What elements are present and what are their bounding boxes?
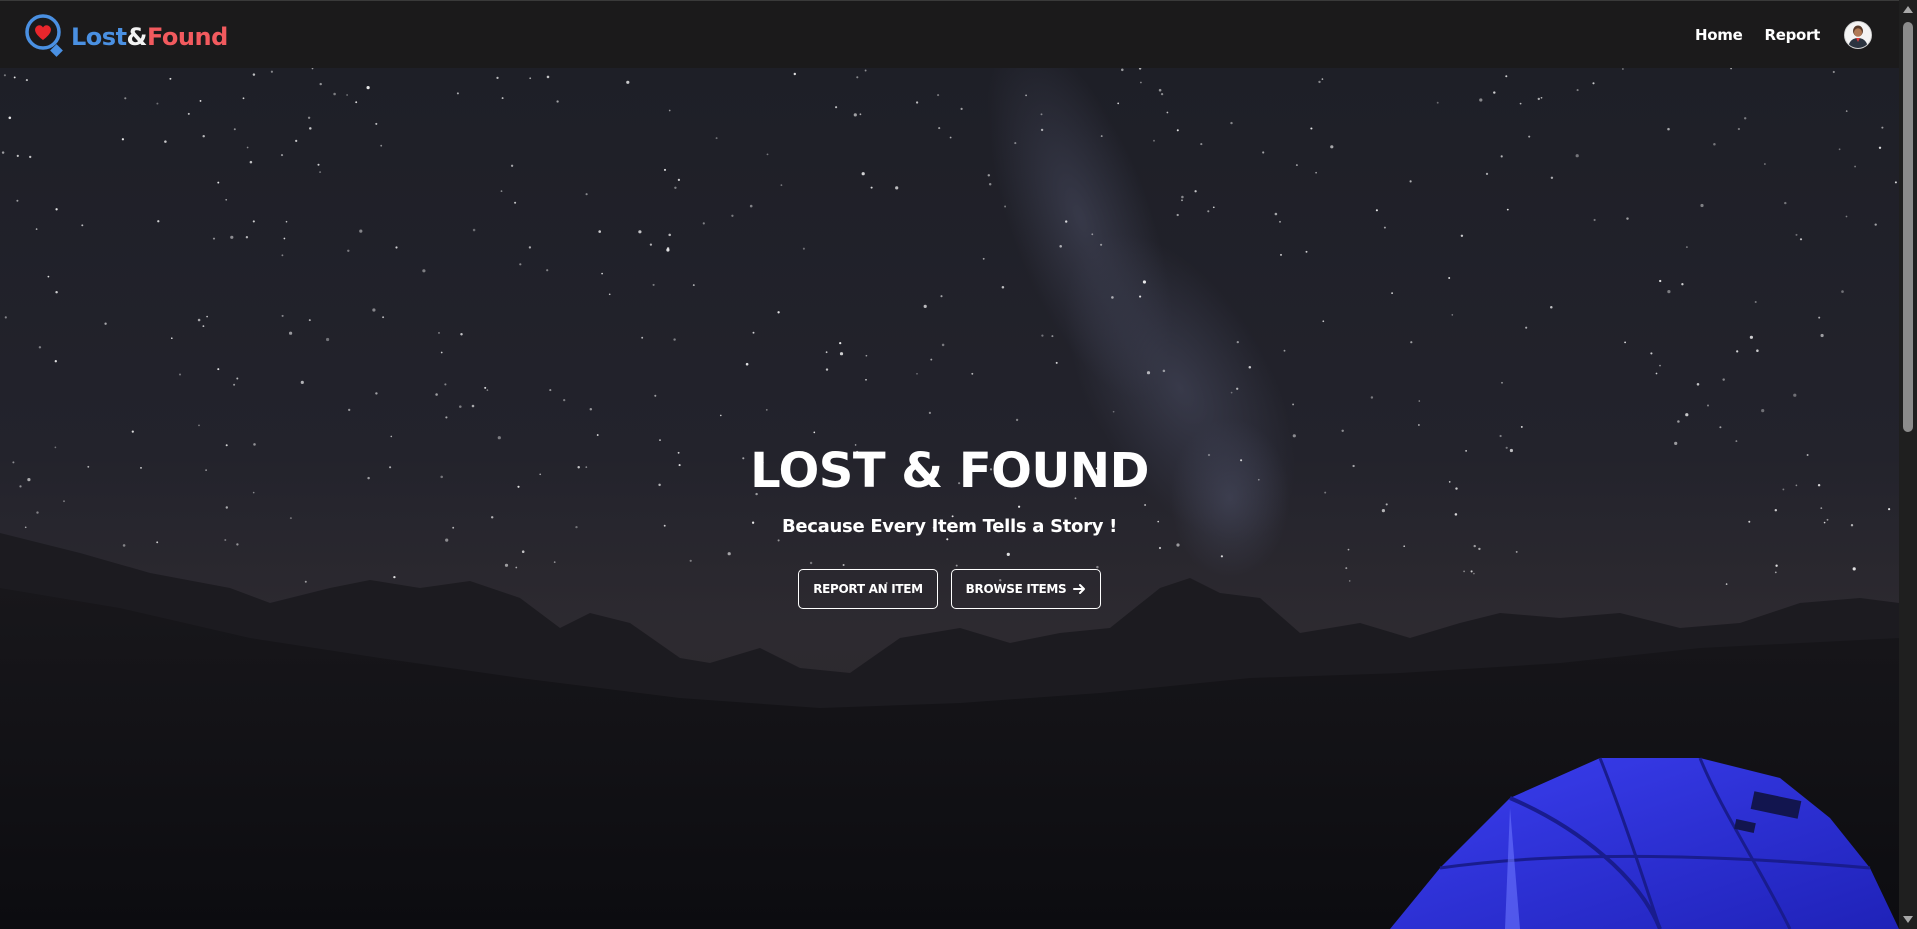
browse-items-button[interactable]: BROWSE ITEMS (951, 569, 1101, 609)
report-item-label: REPORT AN ITEM (813, 582, 923, 596)
hero-title: LOST & FOUND (750, 443, 1149, 499)
navbar: Lost&Found Home Report (0, 0, 1899, 68)
nav-link-report[interactable]: Report (1764, 26, 1820, 44)
report-item-button[interactable]: REPORT AN ITEM (798, 569, 938, 609)
user-avatar[interactable] (1844, 21, 1872, 49)
scroll-down-icon[interactable] (1903, 916, 1913, 923)
nav-link-home[interactable]: Home (1695, 26, 1743, 44)
brand-link[interactable]: Lost&Found (24, 13, 228, 61)
brand-amp: & (126, 23, 148, 51)
user-avatar-icon (1845, 22, 1871, 48)
browse-items-label: BROWSE ITEMS (965, 582, 1067, 596)
page-scrollbar[interactable] (1899, 0, 1917, 929)
arrow-right-icon (1073, 584, 1086, 594)
hero-subtitle: Because Every Item Tells a Story ! (781, 516, 1118, 537)
nav-links: Home Report (1673, 21, 1872, 49)
magnifier-heart-icon (25, 14, 63, 57)
scroll-thumb[interactable] (1903, 22, 1913, 432)
brand-name: Lost&Found (71, 23, 228, 51)
brand-found: Found (146, 23, 228, 51)
scroll-up-icon[interactable] (1903, 6, 1913, 13)
brand-lost: Lost (71, 23, 127, 51)
hero-content: LOST & FOUND Because Every Item Tells a … (0, 68, 1899, 929)
hero-section: LOST & FOUND Because Every Item Tells a … (0, 68, 1899, 929)
